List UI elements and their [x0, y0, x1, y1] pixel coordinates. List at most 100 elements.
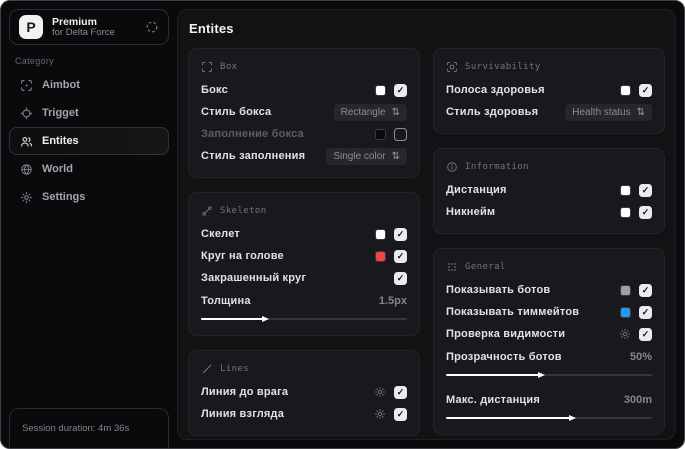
- updown-arrows-icon: ⇅: [391, 106, 400, 118]
- sidebar-item-settings[interactable]: Settings: [9, 183, 169, 211]
- box-style-dropdown[interactable]: Rectangle ⇅: [333, 103, 407, 121]
- sidebar-item-label: Entites: [42, 135, 79, 147]
- row-show-teammates: Показывать тиммейтов ✓: [446, 301, 652, 323]
- box-fill-checkbox[interactable]: ✓: [394, 127, 407, 141]
- bot-opacity-group: Прозрачность ботов 50%: [446, 346, 652, 381]
- row-distance: Дистанция ✓: [446, 179, 652, 201]
- sidebar-item-aimbot[interactable]: Aimbot: [9, 71, 169, 99]
- updown-arrows-icon: ⇅: [636, 106, 645, 118]
- slider-thumb[interactable]: [568, 415, 576, 421]
- row-max-distance: Макс. дистанция 300m: [446, 394, 652, 406]
- health-bar-checkbox[interactable]: ✓: [639, 83, 652, 97]
- slider-thumb[interactable]: [537, 372, 545, 378]
- fill-style-dropdown[interactable]: Single color ⇅: [326, 147, 407, 165]
- dropdown-value: Health status: [572, 106, 631, 118]
- health-bar-color-swatch[interactable]: [620, 84, 631, 96]
- health-style-dropdown[interactable]: Health status ⇅: [565, 103, 652, 121]
- thickness-slider[interactable]: [201, 313, 407, 325]
- max-distance-value: 300m: [623, 394, 652, 406]
- page-title: Entites: [189, 21, 234, 36]
- sync-icon[interactable]: [145, 20, 159, 34]
- session-duration-text: Session duration: 4m 36s: [22, 423, 130, 434]
- box-fill-color-swatch[interactable]: [375, 128, 386, 140]
- sidebar-item-entites[interactable]: Entites: [9, 127, 169, 155]
- grid-dots-icon: [446, 261, 458, 273]
- distance-color-swatch[interactable]: [620, 184, 631, 196]
- sidebar-nav: Aimbot Trigget Entites World Settings: [9, 71, 169, 211]
- panel-skeleton: Skeleton Скелет ✓ Круг на голове ✓ Закра…: [188, 192, 420, 336]
- check-icon: ✓: [396, 228, 405, 239]
- dropdown-value: Rectangle: [340, 106, 386, 118]
- head-circle-checkbox[interactable]: ✓: [394, 249, 407, 263]
- view-line-checkbox[interactable]: ✓: [394, 407, 407, 421]
- thickness-group: Толщина 1.5px: [201, 290, 407, 325]
- row-thickness: Толщина 1.5px: [201, 295, 407, 307]
- row-box-style: Стиль бокса Rectangle ⇅: [201, 101, 407, 123]
- row-visibility-check: Проверка видимости ✓: [446, 323, 652, 345]
- panel-survivability: Survivability Полоса здоровья ✓ Стиль зд…: [433, 48, 665, 134]
- max-distance-slider[interactable]: [446, 412, 652, 424]
- panel-information: Information Дистанция ✓ Никнейм ✓: [433, 148, 665, 234]
- visibility-check-settings-gear-icon[interactable]: [619, 328, 631, 340]
- sidebar-item-label: Aimbot: [42, 79, 80, 91]
- dropdown-value: Single color: [333, 150, 386, 162]
- box-color-swatch[interactable]: [375, 84, 386, 96]
- panel-lines: Lines Линия до врага ✓ Линия взгляда ✓: [188, 350, 420, 436]
- brand-card: P Premium for Delta Force: [9, 9, 169, 45]
- gear-icon: [20, 191, 33, 204]
- head-circle-color-swatch[interactable]: [375, 250, 386, 262]
- brand-subtitle: for Delta Force: [52, 26, 115, 38]
- thickness-value: 1.5px: [378, 295, 407, 307]
- box-enabled-checkbox[interactable]: ✓: [394, 83, 407, 97]
- row-filled-circle: Закрашенный круг ✓: [201, 267, 407, 289]
- row-show-bots: Показывать ботов ✓: [446, 279, 652, 301]
- row-line-to-enemy: Линия до врага ✓: [201, 381, 407, 403]
- aimbot-crosshair-icon: [20, 79, 33, 92]
- panel-box-header: Box: [201, 58, 407, 76]
- distance-checkbox[interactable]: ✓: [639, 183, 652, 197]
- sidebar-item-label: Trigget: [42, 107, 79, 119]
- sidebar: P Premium for Delta Force Category Aimbo…: [1, 1, 177, 448]
- panel-general-header: General: [446, 258, 652, 276]
- right-column: Survivability Полоса здоровья ✓ Стиль зд…: [433, 48, 665, 435]
- brand-title: Premium: [52, 15, 97, 28]
- row-skeleton-enabled: Скелет ✓: [201, 223, 407, 245]
- row-box-fill: Заполнение бокса ✓: [201, 123, 407, 145]
- bot-opacity-value: 50%: [629, 351, 652, 363]
- skeleton-checkbox[interactable]: ✓: [394, 227, 407, 241]
- category-label: Category: [15, 56, 54, 66]
- show-teammates-color-swatch[interactable]: [620, 306, 631, 318]
- panel-general: General Показывать ботов ✓ Показывать ти…: [433, 248, 665, 435]
- nickname-color-swatch[interactable]: [620, 206, 631, 218]
- check-icon: ✓: [396, 84, 405, 95]
- check-icon: ✓: [641, 306, 650, 317]
- show-teammates-checkbox[interactable]: ✓: [639, 305, 652, 319]
- check-icon: ✓: [396, 250, 405, 261]
- visibility-check-checkbox[interactable]: ✓: [639, 327, 652, 341]
- row-bot-opacity: Прозрачность ботов 50%: [446, 351, 652, 363]
- view-line-settings-gear-icon[interactable]: [374, 408, 386, 420]
- line-to-enemy-checkbox[interactable]: ✓: [394, 385, 407, 399]
- sidebar-item-trigget[interactable]: Trigget: [9, 99, 169, 127]
- row-health-style: Стиль здоровья Health status ⇅: [446, 101, 652, 123]
- show-bots-color-swatch[interactable]: [620, 284, 631, 296]
- sidebar-item-label: Settings: [42, 191, 86, 203]
- session-duration-box: Session duration: 4m 36s: [9, 408, 169, 448]
- row-box-enabled: Бокс ✓: [201, 79, 407, 101]
- entities-people-icon: [20, 135, 33, 148]
- check-icon: ✓: [641, 284, 650, 295]
- check-icon: ✓: [396, 386, 405, 397]
- nickname-checkbox[interactable]: ✓: [639, 205, 652, 219]
- diagonal-line-icon: [201, 363, 213, 375]
- check-icon: ✓: [641, 84, 650, 95]
- sidebar-item-world[interactable]: World: [9, 155, 169, 183]
- row-nickname: Никнейм ✓: [446, 201, 652, 223]
- skeleton-color-swatch[interactable]: [375, 228, 386, 240]
- line-to-enemy-settings-gear-icon[interactable]: [374, 386, 386, 398]
- show-bots-checkbox[interactable]: ✓: [639, 283, 652, 297]
- filled-circle-checkbox[interactable]: ✓: [394, 271, 407, 285]
- left-column: Box Бокс ✓ Стиль бокса Rectangle ⇅ Запол…: [188, 48, 420, 436]
- check-icon: ✓: [396, 408, 405, 419]
- bot-opacity-slider[interactable]: [446, 369, 652, 381]
- slider-thumb[interactable]: [261, 316, 269, 322]
